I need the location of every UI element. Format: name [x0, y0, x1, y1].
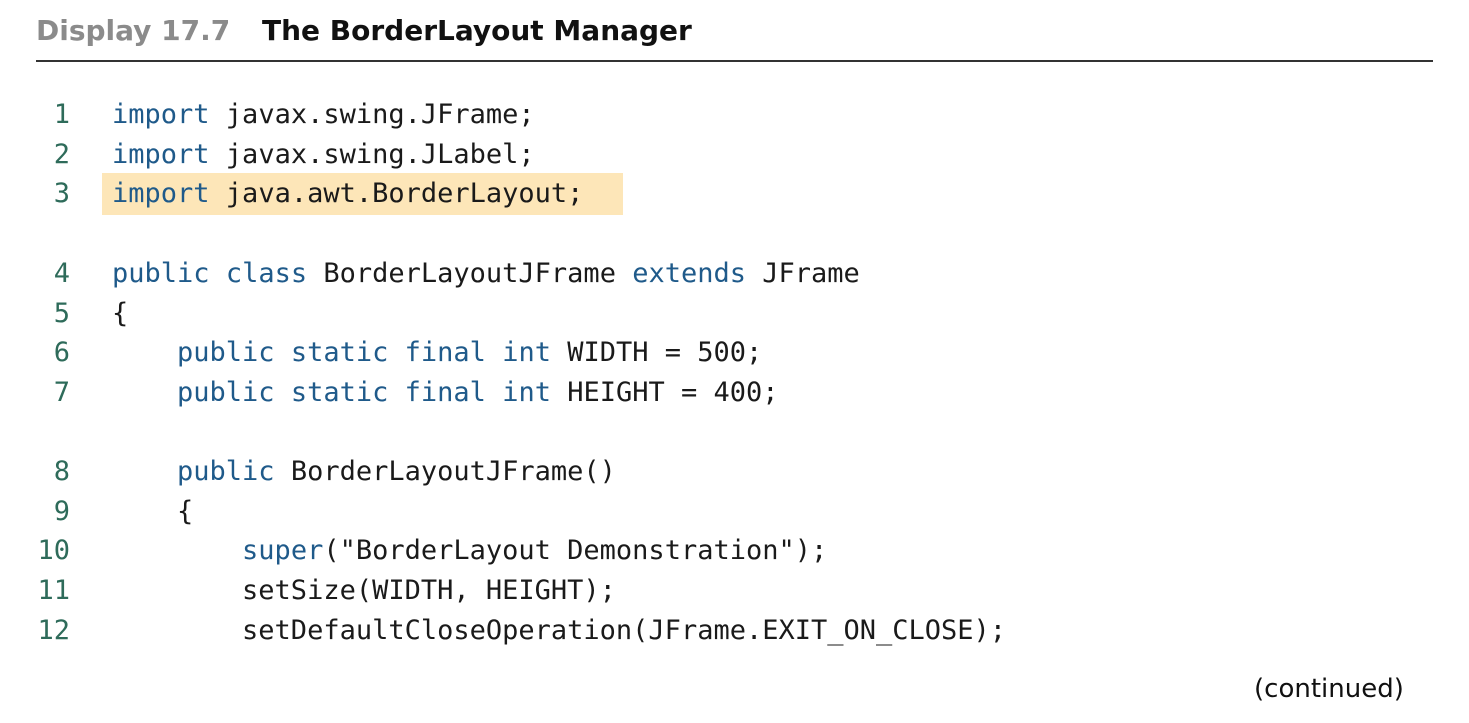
code-keyword: extends: [632, 258, 746, 289]
line-number: 6: [53, 337, 70, 368]
code-line: 7 public static final int HEIGHT = 400;: [0, 375, 1469, 411]
code-token: setDefaultCloseOperation(JFrame.EXIT_ON_…: [112, 615, 1007, 646]
code-token: WIDTH = 500;: [550, 337, 763, 368]
code-token: ("BorderLayout Demonstration");: [323, 535, 828, 566]
code-token: {: [112, 496, 194, 527]
code-keyword: public: [177, 377, 275, 408]
code-token: javax.swing.JFrame;: [209, 99, 535, 130]
line-number: 4: [53, 258, 70, 289]
line-number: 9: [53, 496, 70, 527]
line-number: 11: [37, 575, 70, 606]
code-line: 2 import javax.swing.JLabel;: [0, 137, 1469, 173]
code-keyword: public: [177, 337, 275, 368]
code-text: public static final int WIDTH = 500;: [112, 335, 762, 371]
code-text: import javax.swing.JFrame;: [112, 97, 535, 133]
code-line: 5{: [0, 296, 1469, 332]
code-keyword: static: [290, 377, 389, 408]
line-number: 8: [53, 456, 70, 487]
code-text: public class BorderLayoutJFrame extends …: [112, 256, 860, 292]
code-line: 11 setSize(WIDTH, HEIGHT);: [0, 573, 1469, 609]
line-number: 2: [53, 139, 70, 170]
code-token: javax.swing.JLabel;: [209, 139, 535, 170]
code-keyword: import: [112, 99, 210, 130]
code-text: {: [112, 494, 193, 530]
code-token: setSize(WIDTH, HEIGHT);: [112, 575, 616, 606]
continued-note: (continued): [1254, 674, 1404, 704]
code-token: JFrame: [746, 258, 860, 289]
code-line: 4 public class BorderLayoutJFrame extends…: [0, 256, 1469, 292]
code-line: 8 public BorderLayoutJFrame(): [0, 454, 1469, 490]
line-number: 12: [37, 615, 70, 646]
code-line: 1 import javax.swing.JFrame;: [0, 97, 1469, 133]
code-keyword: class: [225, 258, 308, 289]
code-token: BorderLayoutJFrame(): [274, 456, 616, 487]
code-token: BorderLayoutJFrame: [307, 258, 633, 289]
code-text: import java.awt.BorderLayout;: [112, 176, 583, 212]
code-line: 9 {: [0, 494, 1469, 530]
code-text: super("BorderLayout Demonstration");: [112, 533, 827, 569]
line-number: 1: [53, 99, 70, 130]
code-text: {: [112, 296, 128, 332]
code-text: public static final int HEIGHT = 400;: [112, 375, 779, 411]
code-token: java.awt.BorderLayout;: [209, 178, 584, 209]
code-keyword: import: [112, 178, 210, 209]
code-keyword: import: [112, 139, 210, 170]
code-keyword: static: [290, 337, 389, 368]
code-keyword: public: [177, 456, 275, 487]
code-keyword: int: [502, 337, 551, 368]
code-keyword: final: [404, 377, 486, 408]
line-number: 10: [37, 535, 70, 566]
code-line: 6 public static final int WIDTH = 500;: [0, 335, 1469, 371]
code-keyword: final: [404, 337, 486, 368]
code-token: HEIGHT = 400;: [550, 377, 779, 408]
code-token: {: [112, 298, 129, 329]
code-text: setSize(WIDTH, HEIGHT);: [112, 573, 616, 609]
code-keyword: super: [242, 535, 324, 566]
line-number: 3: [53, 178, 70, 209]
code-line: 3 import java.awt.BorderLayout;: [0, 176, 1469, 212]
code-text: import javax.swing.JLabel;: [112, 137, 535, 173]
code-keyword: int: [502, 377, 551, 408]
line-number: 5: [53, 298, 70, 329]
line-number: 7: [53, 377, 70, 408]
code-line: 12 setDefaultCloseOperation(JFrame.EXIT_…: [0, 613, 1469, 649]
code-listing: 1 import javax.swing.JFrame; 2 import javax…: [0, 0, 1469, 723]
code-line: 10 super("BorderLayout Demonstration");: [0, 533, 1469, 569]
code-text: public BorderLayoutJFrame(): [112, 454, 616, 490]
code-keyword: public: [112, 258, 210, 289]
code-text: setDefaultCloseOperation(JFrame.EXIT_ON_…: [112, 613, 1006, 649]
